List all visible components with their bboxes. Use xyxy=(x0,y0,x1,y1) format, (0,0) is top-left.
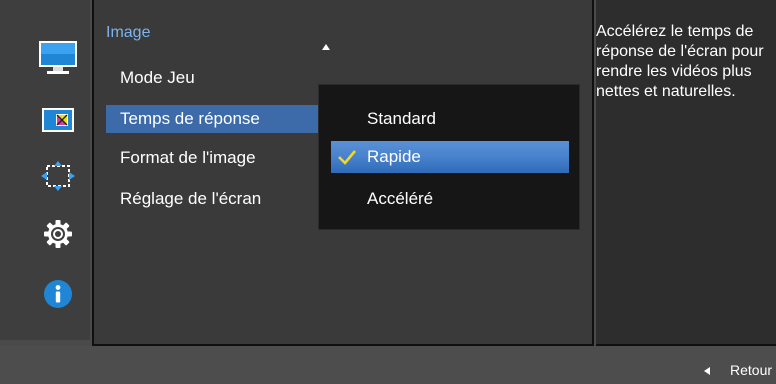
help-text: Accélérez le temps de réponse de l'écran… xyxy=(596,23,764,100)
checkmark-icon xyxy=(338,150,356,165)
settings-gear-icon xyxy=(44,220,72,248)
option-rapide[interactable]: Rapide xyxy=(331,141,569,173)
sidebar-item-information[interactable] xyxy=(36,274,80,314)
back-button[interactable]: Retour xyxy=(730,362,772,378)
resize-icon xyxy=(41,161,75,191)
option-label: Rapide xyxy=(367,147,421,166)
sidebar-item-system[interactable] xyxy=(36,214,80,254)
response-time-dropdown: Standard Rapide Accéléré xyxy=(318,84,580,230)
color-icon xyxy=(42,108,74,132)
sidebar-item-color[interactable] xyxy=(36,100,80,140)
help-panel: Accélérez le temps de réponse de l'écran… xyxy=(596,0,776,346)
menu-item-response-time[interactable]: Temps de réponse xyxy=(106,105,332,133)
option-accelere[interactable]: Accéléré xyxy=(331,183,569,215)
monitor-icon xyxy=(39,41,77,74)
menu-item-screen-adjustment[interactable]: Réglage de l'écran xyxy=(106,185,326,213)
sidebar xyxy=(0,0,90,340)
back-arrow-icon xyxy=(704,367,710,375)
page-title: Image xyxy=(106,24,151,41)
menu-item-game-mode[interactable]: Mode Jeu xyxy=(106,64,326,92)
sidebar-item-size[interactable] xyxy=(36,156,80,196)
menu-item-picture-size[interactable]: Format de l'image xyxy=(106,144,326,172)
osd-window: Image Mode Jeu Temps de réponse Format d… xyxy=(0,0,776,384)
footer-bar xyxy=(0,346,776,384)
sidebar-item-image[interactable] xyxy=(36,38,80,78)
info-icon xyxy=(44,280,72,308)
option-standard[interactable]: Standard xyxy=(331,103,569,135)
scroll-up-arrow-icon[interactable] xyxy=(322,44,330,50)
